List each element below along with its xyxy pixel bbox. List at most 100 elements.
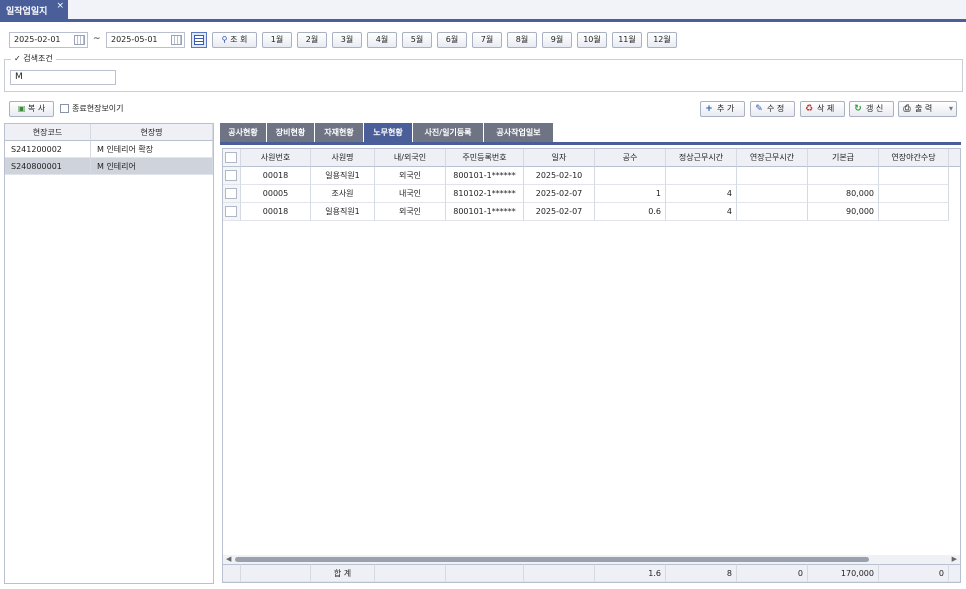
add-button[interactable]: + 추 가 [700,101,745,117]
sub-tab-underline [220,142,961,145]
tab-equipment-status[interactable]: 장비현황 [267,123,315,142]
print-button[interactable]: ⎙ 출 력 ▾ [898,101,957,117]
show-closed-checkbox[interactable] [60,104,69,113]
delete-button-label: 삭 제 [817,104,835,113]
resident-no-cell: 810102-1****** [446,185,524,203]
show-closed-sites-toggle[interactable]: 종료현장보이기 [60,103,124,114]
date-to-value: 2025-05-01 [111,35,158,44]
footer-night-pay-total: 0 [879,564,949,582]
month-button-1[interactable]: 1월 [262,32,292,48]
column-header[interactable]: 공수 [595,149,666,167]
employee-no-cell: 00005 [241,185,311,203]
normal-hours-cell [666,167,737,185]
column-header[interactable]: 현장코드 [5,124,91,141]
gongsu-cell: 0.6 [595,203,666,221]
search-button[interactable]: ⚲ 조 회 [212,32,257,48]
month-button-7[interactable]: 7월 [472,32,502,48]
tab-daily-work-log[interactable]: 일작업일지 × [0,0,68,19]
tab-construction-status[interactable]: 공사현황 [220,123,267,142]
resident-no-cell: 800101-1****** [446,167,524,185]
copy-button[interactable]: ▣ 복 사 [9,101,54,117]
employee-name-cell: 조사원 [311,185,375,203]
month-button-8[interactable]: 8월 [507,32,537,48]
select-box [225,170,237,181]
window-tab-bar: 일작업일지 × [0,0,966,22]
row-selector[interactable] [223,203,241,221]
scroll-left-icon[interactable]: ◀ [226,555,231,564]
select-box [225,188,237,199]
row-selector[interactable] [223,185,241,203]
column-header[interactable]: 연장근무시간 [737,149,808,167]
site-row[interactable]: S241200002 M 인테리어 확장 [5,141,213,158]
refresh-button[interactable]: ↻ 갱 신 [849,101,894,117]
month-label: 11월 [618,35,636,44]
month-button-9[interactable]: 9월 [542,32,572,48]
tab-work-daily-report[interactable]: 공사작업일보 [484,123,554,142]
search-condition-input[interactable]: M [10,70,116,85]
resident-no-cell: 800101-1****** [446,203,524,221]
date-from-field[interactable]: 2025-02-01 [9,32,88,48]
gongsu-cell [595,167,666,185]
search-condition-label: 검색조건 [23,54,53,63]
base-pay-cell: 80,000 [808,185,879,203]
footer-cell [949,564,960,582]
month-label: 5월 [410,35,424,44]
refresh-button-label: 갱 신 [866,104,884,113]
search-condition-legend[interactable]: ✓ 검색조건 [11,53,56,64]
column-header[interactable]: 내/외국인 [375,149,446,167]
row-selector[interactable] [223,167,241,185]
month-button-2[interactable]: 2월 [297,32,327,48]
month-button-5[interactable]: 5월 [402,32,432,48]
month-button-10[interactable]: 10월 [577,32,607,48]
employee-no-cell: 00018 [241,203,311,221]
select-box [225,206,237,217]
column-header[interactable]: 연장야간수당 [879,149,949,167]
tab-labor-status[interactable]: 노무현황 [364,123,413,142]
column-header[interactable]: 주민등록번호 [446,149,524,167]
tab-photo-diary[interactable]: 사진/일기등록 [413,123,484,142]
base-pay-cell: 90,000 [808,203,879,221]
overtime-hours-cell [737,185,808,203]
gongsu-cell: 1 [595,185,666,203]
horizontal-scrollbar[interactable]: ◀ ▶ [223,555,960,564]
month-button-12[interactable]: 12월 [647,32,677,48]
edit-button[interactable]: ✎ 수 정 [750,101,795,117]
chevron-down-icon[interactable]: ▾ [949,102,953,116]
footer-cell [375,564,446,582]
column-header[interactable]: 정상근무시간 [666,149,737,167]
delete-button[interactable]: ♻ 삭 제 [800,101,845,117]
edit-icon: ✎ [755,104,763,114]
labor-grid: 사원번호 사원명 내/외국인 주민등록번호 일자 공수 정상근무시간 연장근무시… [222,148,961,583]
tab-material-status[interactable]: 자재현황 [315,123,364,142]
checkmark-icon: ✓ [14,54,21,63]
column-header[interactable]: 사원번호 [241,149,311,167]
month-button-3[interactable]: 3월 [332,32,362,48]
calendar-icon[interactable] [171,35,182,45]
scrollbar-thumb[interactable] [235,557,869,562]
overtime-hours-cell [737,167,808,185]
scroll-right-icon[interactable]: ▶ [952,555,957,564]
date-to-field[interactable]: 2025-05-01 [106,32,185,48]
overtime-hours-cell [737,203,808,221]
month-button-6[interactable]: 6월 [437,32,467,48]
close-icon[interactable]: × [56,1,64,11]
column-header[interactable]: 기본급 [808,149,879,167]
calendar-icon[interactable] [74,35,85,45]
footer-cell [241,564,311,582]
add-button-label: 추 가 [717,104,735,113]
footer-normal-hours-total: 8 [666,564,737,582]
calendar-picker-button[interactable] [191,32,207,48]
row-selector-header[interactable] [223,149,241,167]
plus-icon: + [705,104,713,114]
column-header[interactable]: 현장명 [91,124,213,141]
calendar-icon [194,35,204,45]
print-button-label: 출 력 [915,104,933,113]
column-header[interactable]: 일자 [524,149,595,167]
date-cell: 2025-02-07 [524,203,595,221]
month-button-4[interactable]: 4월 [367,32,397,48]
search-condition-group: ✓ 검색조건 M [4,53,963,92]
site-list-grid: 현장코드 현장명 S241200002 M 인테리어 확장 S240800001… [4,123,214,584]
site-row-selected[interactable]: S240800001 M 인테리어 [5,158,213,175]
month-button-11[interactable]: 11월 [612,32,642,48]
column-header[interactable]: 사원명 [311,149,375,167]
